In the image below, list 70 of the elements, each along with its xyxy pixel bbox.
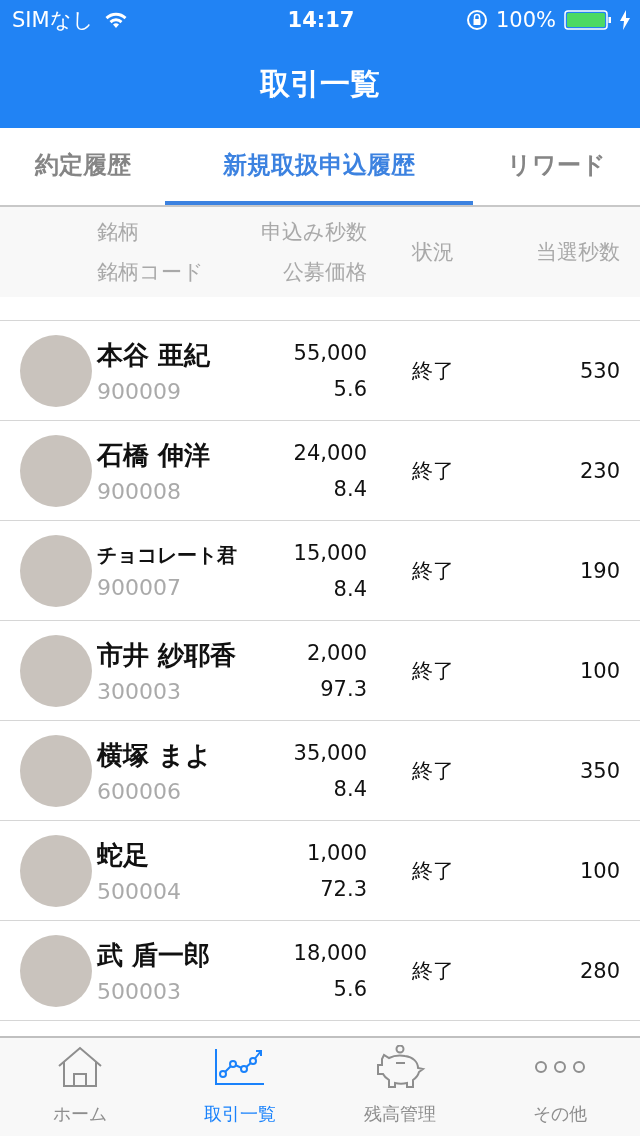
column-header: 銘柄 [97, 219, 140, 246]
status-text: 終了 [412, 457, 454, 485]
won-seconds: 280 [578, 958, 620, 983]
clock-time: 14:17 [287, 8, 355, 32]
column-header: 公募価格 [283, 259, 367, 286]
won-seconds: 230 [578, 458, 620, 483]
stock-name: 本谷 亜紀 [97, 338, 212, 372]
offer-price: 5.6 [333, 376, 367, 401]
stock-name: 蛇足 [97, 838, 150, 872]
application-seconds: 55,000 [293, 340, 367, 365]
status-text: 終了 [412, 557, 454, 585]
stock-name: チョコレート君 [97, 541, 238, 569]
status-text: 終了 [412, 357, 454, 385]
status-text: 終了 [412, 757, 454, 785]
stock-name: 石橋 伸洋 [97, 438, 212, 472]
offer-price: 8.4 [333, 576, 367, 601]
offer-price: 8.4 [333, 776, 367, 801]
offer-price: 5.6 [333, 976, 367, 1001]
battery-icon [564, 10, 612, 30]
piggy-bank-icon [374, 1044, 426, 1089]
line-chart-icon [215, 1048, 265, 1085]
offer-price: 97.3 [320, 676, 367, 701]
stock-name: 武 盾一郎 [97, 938, 212, 972]
stock-code: 500003 [97, 978, 182, 1004]
won-seconds: 100 [578, 858, 620, 883]
won-seconds: 530 [578, 358, 620, 383]
stock-name: 横塚 まよ [97, 738, 214, 772]
more-icon [534, 1059, 586, 1074]
status-text: 終了 [412, 957, 454, 985]
column-header: 状況 [412, 239, 454, 266]
list-row[interactable]: 武 盾一郎 500003 18,000 5.6 終了 280 [0, 921, 640, 1021]
tab[interactable]: リワード [473, 128, 640, 205]
offer-price: 72.3 [320, 876, 367, 901]
status-text: 終了 [412, 857, 454, 885]
stock-code: 900008 [97, 478, 182, 504]
stock-code: 900009 [97, 378, 182, 404]
wifi-icon [103, 11, 128, 29]
battery-percent: 100% [495, 8, 556, 32]
application-seconds: 2,000 [306, 640, 367, 665]
list-row[interactable]: チョコレート君 900007 15,000 8.4 終了 190 [0, 521, 640, 621]
won-seconds: 100 [578, 658, 620, 683]
status-text: 終了 [412, 657, 454, 685]
column-header: 銘柄コード [97, 259, 205, 286]
stock-name: 市井 紗耶香 [97, 638, 238, 672]
list-row[interactable]: 本谷 亜紀 900009 55,000 5.6 終了 530 [0, 321, 640, 421]
list-row[interactable]: 市井 紗耶香 300003 2,000 97.3 終了 100 [0, 621, 640, 721]
carrier-label: SIMなし [12, 7, 94, 34]
stock-code: 900007 [97, 574, 182, 600]
application-seconds: 15,000 [293, 540, 367, 565]
offer-price: 8.4 [333, 476, 367, 501]
won-seconds: 190 [578, 558, 620, 583]
column-header: 申込み秒数 [261, 219, 367, 246]
list-row[interactable]: 蛇足 500004 1,000 72.3 終了 100 [0, 821, 640, 921]
charging-bolt-icon [620, 10, 630, 30]
column-header: 当選秒数 [536, 239, 620, 266]
rotation-lock-icon [465, 9, 488, 31]
application-seconds: 35,000 [293, 740, 367, 765]
home-icon [57, 1045, 103, 1088]
application-seconds: 24,000 [293, 440, 367, 465]
application-seconds: 1,000 [306, 840, 367, 865]
tab[interactable]: 約定履歴 [0, 128, 165, 205]
tab-bar-item[interactable]: 取引一覧 [160, 1038, 320, 1136]
stock-code: 500004 [97, 878, 182, 904]
screen-title: 取引一覧 [260, 64, 380, 103]
list-row[interactable]: 横塚 まよ 600006 35,000 8.4 終了 350 [0, 721, 640, 821]
stock-code: 600006 [97, 778, 182, 804]
application-seconds: 18,000 [293, 940, 367, 965]
won-seconds: 350 [578, 758, 620, 783]
list-row[interactable]: 石橋 伸洋 900008 24,000 8.4 終了 230 [0, 421, 640, 521]
stock-code: 300003 [97, 678, 182, 704]
